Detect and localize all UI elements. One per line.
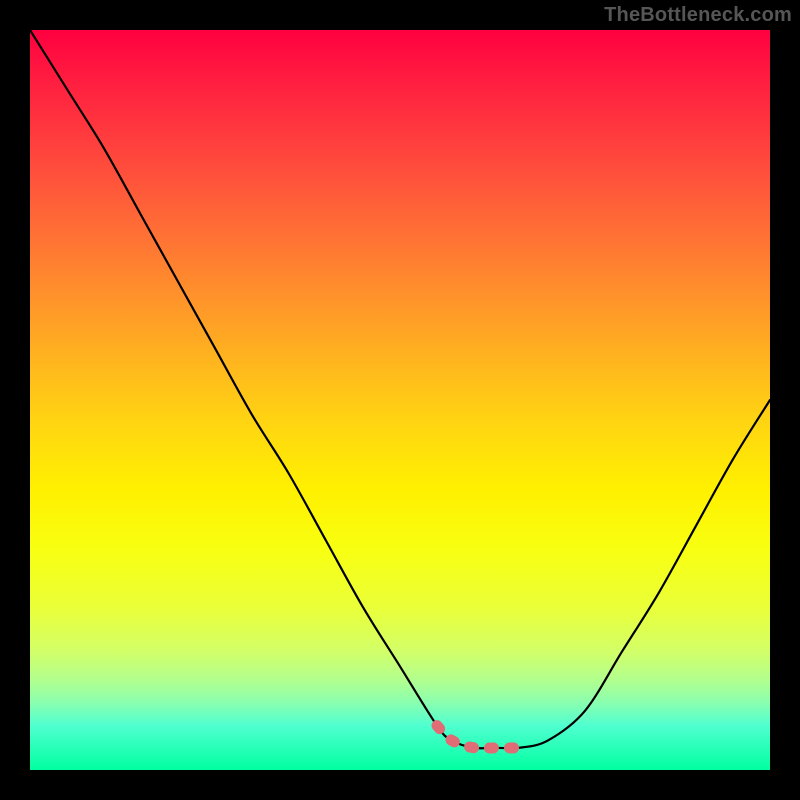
curve-layer xyxy=(30,30,770,770)
plot-area xyxy=(30,30,770,770)
watermark-text: TheBottleneck.com xyxy=(604,4,792,27)
chart-canvas: TheBottleneck.com xyxy=(0,0,800,800)
bottleneck-curve-line xyxy=(30,30,770,748)
highlight-dotted-pink xyxy=(437,726,526,749)
